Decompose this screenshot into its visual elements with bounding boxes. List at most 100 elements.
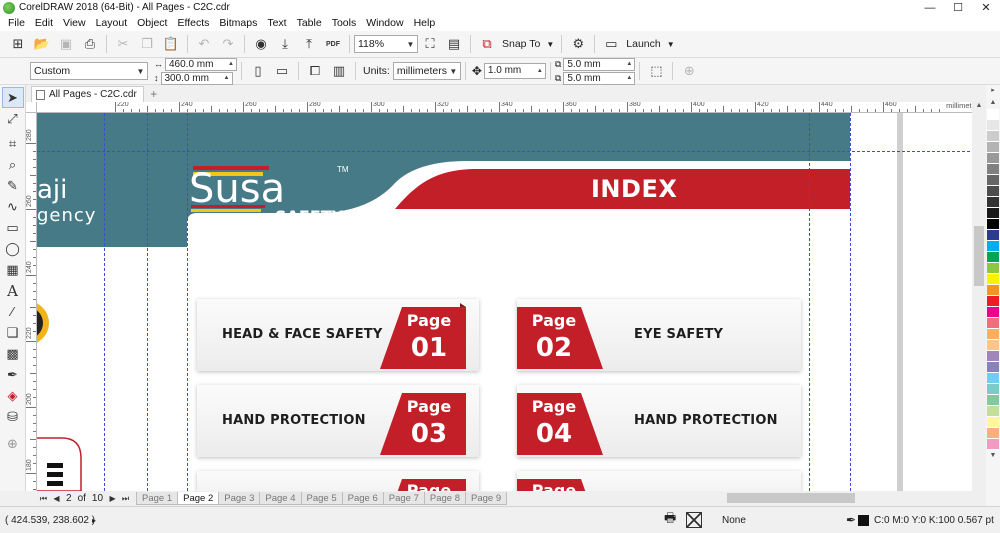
current-page-icon[interactable]: ▥ (328, 60, 350, 82)
spin-arrows-icon[interactable]: ▲ (226, 59, 236, 70)
page-tab-7[interactable]: Page 7 (382, 492, 425, 505)
menu-text[interactable]: Text (262, 17, 291, 29)
page-tab-1[interactable]: Page 1 (136, 492, 179, 505)
horizontal-scroll-thumb[interactable] (727, 493, 855, 503)
color-swatch[interactable] (987, 329, 999, 340)
chevron-down-icon[interactable]: ▼ (447, 63, 460, 79)
snap-to-icon[interactable]: ⧉ (476, 33, 498, 55)
guideline-vertical[interactable] (850, 113, 851, 491)
palette-options-icon[interactable]: ▸ (987, 85, 999, 97)
color-swatch[interactable] (987, 428, 999, 439)
color-swatch[interactable] (987, 263, 999, 274)
gear-icon[interactable]: ⚙ (567, 33, 589, 55)
artistic-media-icon[interactable]: ∿ (2, 196, 24, 217)
color-swatch[interactable] (987, 439, 999, 450)
color-swatch[interactable] (987, 362, 999, 373)
nudge-distance-field[interactable]: 1.0 mm ▲ (483, 63, 546, 79)
palette-scroll-down-icon[interactable]: ▼ (987, 450, 999, 462)
color-swatch[interactable] (987, 373, 999, 384)
page-width-field[interactable]: 460.0 mm ▲ (165, 57, 237, 71)
page-tab-5[interactable]: Page 5 (300, 492, 343, 505)
color-swatch[interactable] (987, 120, 999, 131)
scroll-up-icon[interactable]: ▲ (972, 102, 986, 109)
menu-effects[interactable]: Effects (172, 17, 214, 29)
document-tab[interactable]: All Pages - C2C.cdr (31, 86, 144, 102)
no-fill-swatch[interactable] (686, 512, 702, 528)
outline-pen-icon[interactable]: ✒ (846, 513, 856, 527)
color-swatch[interactable] (987, 351, 999, 362)
snap-to-label[interactable]: Snap To (502, 38, 540, 50)
import-icon[interactable]: ⤓ (274, 33, 296, 55)
zoom-tool-icon[interactable]: ⌕ (2, 154, 24, 175)
color-swatch[interactable] (987, 164, 999, 175)
drop-shadow-icon[interactable]: ❑ (2, 322, 24, 343)
copy-icon[interactable]: ❐ (136, 33, 158, 55)
shape-tool-icon[interactable]: ⤢ (2, 108, 24, 129)
last-page-icon[interactable]: ⏭ (119, 492, 132, 505)
vertical-ruler[interactable]: 280 260 240 220 200 180 (26, 113, 37, 491)
color-swatch[interactable] (987, 186, 999, 197)
ellipse-tool-icon[interactable]: ◯ (2, 238, 24, 259)
chevron-down-icon[interactable]: ▼ (546, 40, 554, 49)
landscape-icon[interactable]: ▭ (271, 60, 293, 82)
guideline-vertical[interactable] (147, 113, 148, 491)
cut-icon[interactable]: ✂ (112, 33, 134, 55)
page-tab-3[interactable]: Page 3 (218, 492, 261, 505)
page-tab-6[interactable]: Page 6 (341, 492, 384, 505)
undo-icon[interactable]: ↶ (193, 33, 215, 55)
color-swatch[interactable] (987, 142, 999, 153)
vertical-scroll-thumb[interactable] (974, 226, 984, 286)
menu-view[interactable]: View (58, 17, 91, 29)
redo-icon[interactable]: ↷ (217, 33, 239, 55)
parallel-dimension-icon[interactable]: ∕ (2, 301, 24, 322)
ruler-origin[interactable] (26, 102, 37, 113)
search-content-icon[interactable]: ◉ (250, 33, 272, 55)
add-circle-icon[interactable]: ⊕ (678, 60, 700, 82)
outline-color-swatch[interactable] (858, 514, 869, 526)
launch-label[interactable]: Launch (626, 38, 660, 50)
menu-object[interactable]: Object (132, 17, 172, 29)
color-swatch[interactable] (987, 395, 999, 406)
color-swatch[interactable] (987, 318, 999, 329)
freehand-tool-icon[interactable]: ✎ (2, 175, 24, 196)
next-page-icon[interactable]: ▶ (106, 492, 119, 505)
launch-icon[interactable]: ▭ (600, 33, 622, 55)
menu-edit[interactable]: Edit (30, 17, 58, 29)
transparency-icon[interactable]: ▩ (2, 343, 24, 364)
color-swatch[interactable] (987, 109, 999, 120)
units-combo[interactable]: millimeters ▼ (392, 62, 461, 80)
maximize-button[interactable]: ☐ (944, 0, 972, 15)
save-icon[interactable]: ▣ (55, 33, 77, 55)
first-page-icon[interactable]: ⏮ (37, 492, 50, 505)
export-icon[interactable]: ⤒ (298, 33, 320, 55)
menu-tools[interactable]: Tools (327, 17, 362, 29)
pick-tool-icon[interactable]: ➤ (1, 87, 24, 108)
color-swatch[interactable] (987, 153, 999, 164)
page-tab-4[interactable]: Page 4 (259, 492, 302, 505)
page-tab-9[interactable]: Page 9 (465, 492, 508, 505)
horizontal-ruler[interactable]: millimeters 220 240 260 280 300 320 340 360 380 4… (37, 102, 985, 113)
color-swatch[interactable] (987, 219, 999, 230)
status-more-button[interactable]: ▸ (92, 516, 96, 525)
menu-layout[interactable]: Layout (91, 17, 133, 29)
crop-tool-icon[interactable]: ⌗ (2, 133, 24, 154)
palette-scroll-up-icon[interactable]: ▲ (987, 97, 999, 109)
guideline-vertical[interactable] (187, 113, 188, 491)
paste-icon[interactable]: 📋 (160, 33, 182, 55)
color-swatch[interactable] (987, 384, 999, 395)
color-swatch[interactable] (987, 296, 999, 307)
color-swatch[interactable] (987, 175, 999, 186)
previous-page-icon[interactable]: ◀ (50, 492, 63, 505)
color-swatch[interactable] (987, 307, 999, 318)
chevron-down-icon[interactable]: ▼ (667, 40, 675, 49)
rectangle-tool-icon[interactable]: ▭ (2, 217, 24, 238)
zoom-page-icon[interactable]: ▤ (443, 33, 465, 55)
color-swatch[interactable] (987, 285, 999, 296)
page-height-field[interactable]: 300.0 mm ▲ (160, 71, 233, 85)
close-button[interactable]: ✕ (972, 0, 1000, 15)
drawing-canvas[interactable]: aji gency Susa TM SAFETY INDEX HEAD & FA… (37, 113, 985, 491)
guideline-horizontal[interactable] (37, 151, 985, 152)
publish-pdf-icon[interactable]: PDF (322, 33, 344, 55)
smart-fill-icon[interactable]: ⛁ (2, 406, 24, 427)
page-preset-combo[interactable]: Custom ▼ (30, 62, 148, 80)
